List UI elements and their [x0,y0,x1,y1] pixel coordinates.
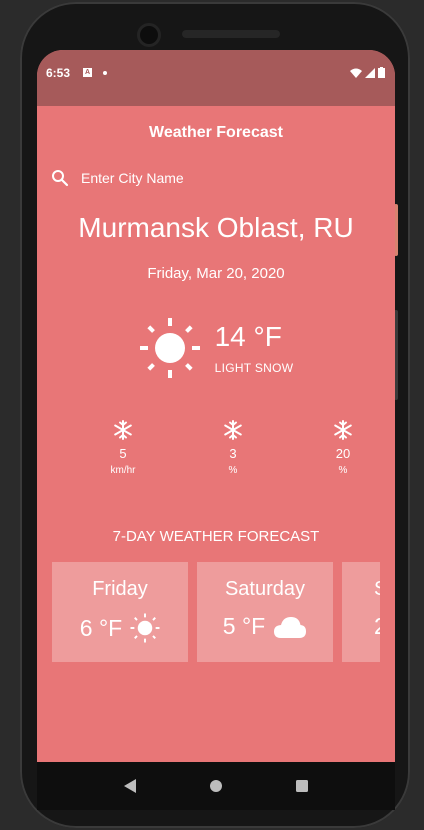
app-screen: 6:53 A Weather Forecast Murmansk Oblast,… [37,50,395,800]
stat-wind: 5 km/hr [110,420,136,476]
forecast-carousel[interactable]: Friday 6 °F Saturday 5 °F [37,562,395,662]
front-camera [140,26,158,44]
weather-stats: 5 km/hr 3 % 20 % [37,420,395,476]
current-weather: 14 °F LIGHT SNOW [37,313,395,383]
stat-value: 5 [119,446,127,461]
search-bar[interactable] [51,168,395,188]
stat-unit: % [228,465,238,476]
battery-icon [378,67,385,78]
forecast-day: Friday [92,578,148,600]
app-title: Weather Forecast [149,124,283,141]
snowflake-icon [334,420,352,440]
wifi-icon [350,68,362,78]
search-icon[interactable] [51,169,69,187]
back-icon[interactable] [123,778,137,794]
stat-unit: % [338,465,348,476]
forecast-temp: 2 [374,613,380,640]
earpiece-speaker [182,30,280,38]
notification-icon: A [83,68,93,77]
home-icon[interactable] [209,779,223,793]
sun-icon [139,318,200,378]
city-search-input[interactable] [81,170,341,186]
forecast-temp: 6 °F [79,614,123,641]
snowflake-icon [114,420,132,440]
sun-icon [130,613,160,643]
stat-value: 20 [335,446,351,461]
current-condition: LIGHT SNOW [214,361,294,375]
notification-dot-icon [103,71,108,75]
stat-humidity: 3 % [221,420,245,476]
stat-unit: km/hr [110,465,136,476]
forecast-day: S [374,578,380,601]
forecast-card[interactable]: Friday 6 °F [52,562,188,662]
navigation-bar [37,762,395,810]
snowflake-icon [224,420,242,440]
forecast-title: 7-DAY WEATHER FORECAST [112,528,320,545]
forecast-temp: 5 °F [222,613,266,639]
recents-icon[interactable] [295,779,309,793]
forecast-day: Saturday [224,578,306,600]
cloud-icon [274,616,307,638]
stat-precipitation: 20 % [331,420,355,476]
current-temperature: 14 °F [214,321,282,352]
current-date: Friday, Mar 20, 2020 [147,265,285,282]
forecast-card[interactable]: S 2 [342,562,380,662]
forecast-card[interactable]: Saturday 5 °F [197,562,333,662]
stat-value: 3 [229,446,237,461]
cellular-signal-icon [365,67,375,78]
city-name: Murmansk Oblast, RU [78,212,354,243]
status-bar: 6:53 A [37,50,395,106]
status-time: 6:53 [46,66,71,80]
